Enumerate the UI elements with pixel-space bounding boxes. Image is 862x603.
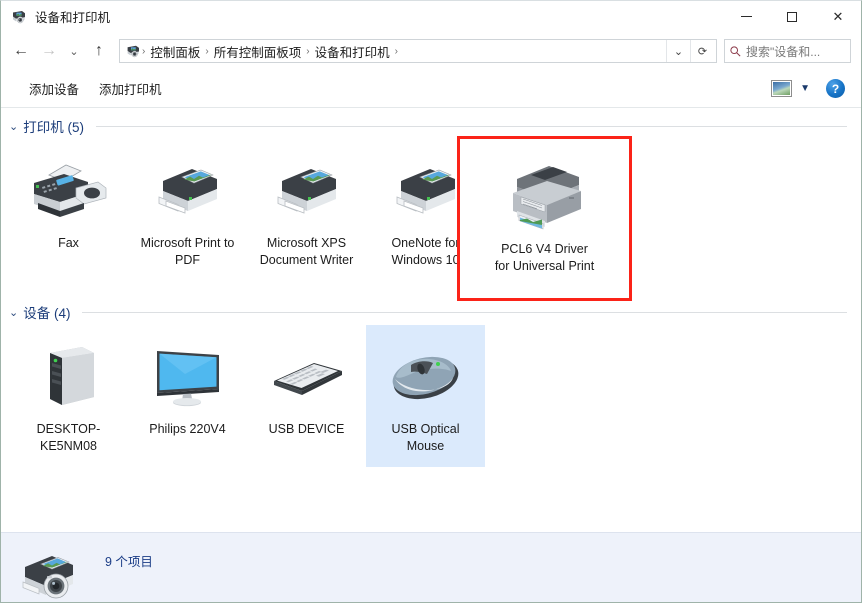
device-label: USB DEVICE — [268, 422, 345, 436]
forward-arrow-icon: → — [41, 42, 57, 59]
device-label: Philips 220V4 — [149, 422, 226, 436]
up-button[interactable]: ↑ — [85, 37, 113, 65]
preview-pane-icon[interactable] — [771, 80, 793, 97]
add-printer-button[interactable]: 添加打印机 — [89, 75, 172, 102]
toolbar-right-group: ▼ ? — [771, 79, 853, 98]
caption-buttons: ✕ — [723, 1, 861, 32]
group-label-printers: 打印机 (5) — [23, 120, 84, 135]
device-label: OneNote for Windows 10 — [391, 236, 460, 267]
device-tile-fax[interactable]: Fax — [9, 139, 128, 287]
maximize-icon — [787, 11, 797, 22]
device-tile-microsoft-xps-document-writer[interactable]: Microsoft XPS Document Writer — [247, 139, 366, 287]
items-view[interactable]: ⌄ 打印机 (5) Fax Microsoft Print to PDF Mic… — [1, 108, 861, 532]
chevron-down-icon: ⌄ — [673, 45, 684, 58]
printer-camera-icon — [125, 43, 141, 59]
printer-camera-icon — [10, 8, 27, 25]
multifunction-printer-icon — [497, 155, 593, 233]
device-label: Microsoft Print to PDF — [140, 236, 235, 267]
device-label: DESKTOP-KE5NM08 — [36, 422, 101, 453]
device-label: USB Optical Mouse — [391, 422, 460, 453]
minimize-button[interactable] — [723, 1, 769, 32]
group-divider — [82, 311, 847, 313]
keyboard-icon — [264, 341, 350, 413]
group-divider — [95, 125, 847, 127]
device-label: Fax — [58, 236, 79, 250]
add-device-button[interactable]: 添加设备 — [19, 75, 89, 102]
breadcrumb-item-devices-and-printers[interactable]: 设备和打印机 — [311, 42, 394, 61]
device-label: Microsoft XPS Document Writer — [259, 236, 354, 267]
refresh-icon: ⟳ — [697, 45, 708, 58]
details-pane: 9 个项目 — [1, 532, 861, 602]
device-tile-microsoft-print-to-pdf[interactable]: Microsoft Print to PDF — [128, 139, 247, 287]
title-bar: 设备和打印机 ✕ — [1, 1, 861, 32]
printer-icon — [145, 155, 231, 227]
printer-icon — [383, 155, 469, 227]
address-bar: ← → ⌄ ↑ › 控制面板 › 所有控制面板项 › 设备和打印机 › ⌄ ⟳ … — [1, 32, 861, 70]
breadcrumb-separator: › — [394, 45, 398, 57]
group-header-devices[interactable]: ⌄ 设备 (4) — [1, 299, 861, 325]
back-button[interactable]: ← — [7, 37, 35, 65]
help-icon[interactable]: ? — [826, 79, 845, 98]
breadcrumb-item-all-control-panel-items[interactable]: 所有控制面板项 — [210, 42, 306, 61]
breadcrumb-item-control-panel[interactable]: 控制面板 — [146, 42, 204, 61]
printer-icon — [264, 155, 350, 227]
chevron-collapse-icon[interactable]: ⌄ — [9, 306, 18, 319]
search-box[interactable]: 搜索"设备和... — [724, 39, 851, 63]
device-tile-usb-optical-mouse[interactable]: USB Optical Mouse — [366, 325, 485, 467]
printers-tile-row: Fax Microsoft Print to PDF Microsoft XPS… — [1, 139, 861, 287]
devices-and-printers-window: 设备和打印机 ✕ ← → ⌄ ↑ › 控制面板 › 所有控制面板项 › 设备和打… — [0, 0, 862, 603]
window-title: 设备和打印机 — [35, 11, 111, 25]
chevron-down-icon: ⌄ — [69, 45, 79, 58]
device-tile-onenote-for-windows-10[interactable]: OneNote for Windows 10 — [366, 139, 485, 287]
recent-locations-button[interactable]: ⌄ — [63, 37, 85, 65]
printer-camera-icon — [19, 551, 79, 603]
device-tile-philips-220v4[interactable]: Philips 220V4 — [128, 325, 247, 467]
devices-tile-row: DESKTOP-KE5NM08 Philips 220V4 USB DEVICE… — [1, 325, 861, 467]
search-icon — [730, 45, 741, 57]
monitor-icon — [145, 341, 231, 413]
chevron-collapse-icon[interactable]: ⌄ — [9, 120, 18, 133]
close-icon: ✕ — [832, 9, 844, 24]
device-tile-desktop-ke5nm08[interactable]: DESKTOP-KE5NM08 — [9, 325, 128, 467]
device-tile-usb-device[interactable]: USB DEVICE — [247, 325, 366, 467]
back-arrow-icon: ← — [13, 42, 29, 59]
chevron-down-icon[interactable]: ▼ — [796, 83, 814, 94]
address-dropdown-button[interactable]: ⌄ — [666, 40, 690, 62]
fax-machine-icon — [26, 155, 112, 227]
command-toolbar: 添加设备 添加打印机 ▼ ? — [1, 70, 861, 108]
maximize-button[interactable] — [769, 1, 815, 32]
search-input[interactable]: 搜索"设备和... — [746, 43, 820, 60]
group-header-printers[interactable]: ⌄ 打印机 (5) — [1, 113, 861, 139]
mouse-icon — [383, 341, 469, 413]
minimize-icon — [740, 16, 752, 17]
device-tile-pcl6-v4-driver-for-universal-print[interactable]: PCL6 V4 Driver for Universal Print — [485, 139, 604, 287]
device-label: PCL6 V4 Driver for Universal Print — [494, 242, 595, 273]
breadcrumb-bar[interactable]: › 控制面板 › 所有控制面板项 › 设备和打印机 › ⌄ ⟳ — [119, 39, 717, 63]
close-button[interactable]: ✕ — [815, 1, 861, 32]
forward-button[interactable]: → — [35, 37, 63, 65]
up-arrow-icon: ↑ — [95, 42, 103, 59]
item-count-label: 9 个项目 — [105, 555, 153, 569]
breadcrumb-controls: ⌄ ⟳ — [666, 40, 714, 62]
desktop-tower-icon — [26, 341, 112, 413]
group-label-devices: 设备 (4) — [23, 306, 71, 321]
refresh-button[interactable]: ⟳ — [690, 40, 714, 62]
